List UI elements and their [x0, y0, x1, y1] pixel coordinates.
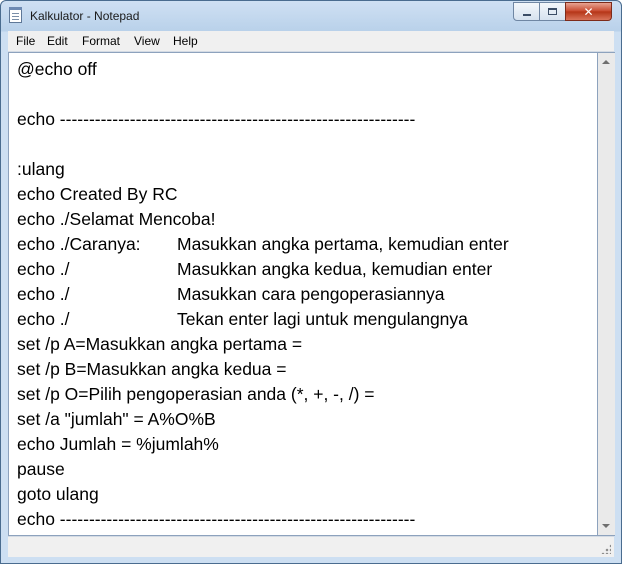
editor-line: set /p A=Masukkan angka pertama =: [17, 334, 303, 354]
text-editor[interactable]: @echo off echo -------------------------…: [8, 52, 598, 536]
editor-line: echo ./Masukkan cara pengoperasiannya: [17, 284, 445, 304]
editor-line: echo -----------------------------------…: [17, 109, 416, 129]
close-icon: ✕: [583, 4, 594, 19]
editor-line: set /a "jumlah" = A%O%B: [17, 409, 216, 429]
menu-format[interactable]: Format: [82, 34, 120, 48]
notepad-window: Kalkulator - Notepad ✕ File Edit Format …: [0, 0, 622, 564]
notepad-icon[interactable]: [9, 7, 22, 23]
maximize-button[interactable]: [539, 2, 566, 21]
scroll-down-arrow-icon[interactable]: [602, 524, 610, 528]
title-bar[interactable]: Kalkulator - Notepad ✕: [1, 1, 621, 31]
menu-edit[interactable]: Edit: [47, 34, 68, 48]
editor-line: set /p B=Masukkan angka kedua =: [17, 359, 287, 379]
editor-line: @echo off: [17, 59, 97, 79]
resize-grip-icon[interactable]: [601, 544, 611, 554]
window-title: Kalkulator - Notepad: [30, 9, 140, 23]
status-bar: [8, 536, 614, 557]
editor-line: echo ./Selamat Mencoba!: [17, 209, 216, 229]
close-button[interactable]: ✕: [565, 2, 612, 21]
editor-line: echo Jumlah = %jumlah%: [17, 434, 219, 454]
editor-line: echo ./Tekan enter lagi untuk mengulangn…: [17, 309, 468, 329]
editor-line: goto ulang: [17, 484, 99, 504]
scroll-up-arrow-icon[interactable]: [602, 60, 610, 64]
editor-line: echo ./Masukkan angka kedua, kemudian en…: [17, 259, 493, 279]
editor-line: echo -----------------------------------…: [17, 509, 416, 529]
menu-bar: File Edit Format View Help: [8, 31, 614, 52]
minimize-icon: [522, 13, 531, 16]
menu-view[interactable]: View: [134, 34, 160, 48]
editor-line: echo ./Caranya: Masukkan angka pertama, k…: [17, 234, 509, 254]
editor-line: echo Created By RC: [17, 184, 178, 204]
vertical-scrollbar[interactable]: [598, 52, 615, 536]
minimize-button[interactable]: [513, 2, 540, 21]
editor-line: :ulang: [17, 159, 65, 179]
maximize-icon: [548, 8, 557, 15]
editor-line: set /p O=Pilih pengoperasian anda (*, +,…: [17, 384, 375, 404]
menu-file[interactable]: File: [16, 34, 35, 48]
menu-help[interactable]: Help: [173, 34, 198, 48]
editor-line: pause: [17, 459, 65, 479]
